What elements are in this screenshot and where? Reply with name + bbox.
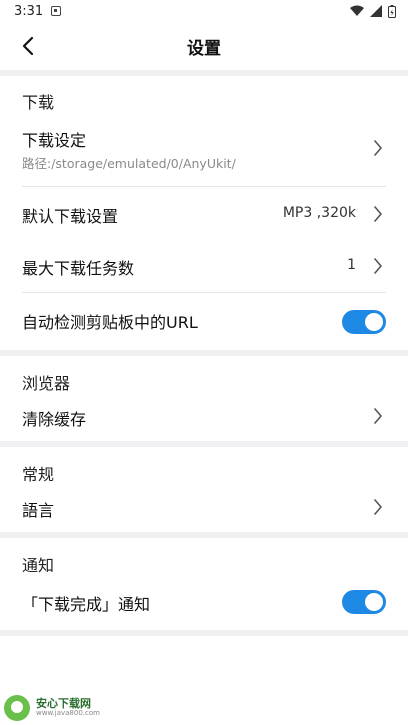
wifi-icon xyxy=(350,5,364,16)
max-tasks-value: 1 xyxy=(347,257,356,273)
max-tasks-row[interactable]: 最大下载任务数 1 xyxy=(0,240,408,292)
download-complete-label: 「下载完成」通知 xyxy=(22,595,151,614)
auto-detect-toggle[interactable] xyxy=(342,310,386,334)
toggle-knob xyxy=(365,313,383,331)
download-complete-row: 「下载完成」通知 xyxy=(0,580,408,624)
status-time: 3:31 xyxy=(14,3,44,19)
chevron-right-icon xyxy=(372,258,384,274)
section-divider xyxy=(0,441,408,447)
section-divider xyxy=(0,70,408,76)
toggle-knob xyxy=(365,593,383,611)
default-download-value: MP3 ,320k xyxy=(282,205,356,221)
row-divider xyxy=(22,186,386,187)
auto-detect-label: 自动检测剪贴板中的URL xyxy=(22,313,198,332)
section-title-general: 常规 xyxy=(22,465,55,484)
back-arrow-icon xyxy=(22,36,34,56)
status-bar: 3:31 xyxy=(0,0,408,22)
app-header: 设置 xyxy=(0,22,408,70)
section-title-download: 下载 xyxy=(22,93,55,112)
auto-detect-row: 自动检测剪贴板中的URL xyxy=(0,294,408,348)
battery-icon xyxy=(388,4,396,18)
section-divider xyxy=(0,532,408,538)
chevron-right-icon xyxy=(372,499,384,515)
language-label: 語言 xyxy=(22,501,55,520)
chevron-right-icon xyxy=(372,408,384,424)
language-row[interactable]: 語言 xyxy=(0,487,408,527)
watermark-logo-icon xyxy=(4,695,30,721)
chevron-right-icon xyxy=(372,206,384,222)
signal-icon xyxy=(370,5,382,17)
notification-icon xyxy=(51,6,62,16)
section-title-notification: 通知 xyxy=(22,556,55,575)
max-tasks-label: 最大下载任务数 xyxy=(22,259,135,278)
chevron-right-icon xyxy=(372,140,384,156)
section-divider xyxy=(0,350,408,356)
back-button[interactable] xyxy=(16,34,40,58)
watermark-url: www.java800.com xyxy=(36,709,100,718)
default-download-row[interactable]: 默认下载设置 MP3 ,320k xyxy=(0,188,408,240)
default-download-label: 默认下载设置 xyxy=(22,207,119,226)
clear-cache-label: 清除缓存 xyxy=(22,410,87,429)
status-icons xyxy=(350,4,396,18)
download-settings-label: 下载设定 xyxy=(22,131,87,150)
download-complete-toggle[interactable] xyxy=(342,590,386,614)
page-title: 设置 xyxy=(187,38,221,59)
section-divider xyxy=(0,630,408,636)
watermark: 安心下载网 www.java800.com xyxy=(4,695,114,721)
clear-cache-row[interactable]: 清除缓存 xyxy=(0,396,408,436)
row-divider xyxy=(22,292,386,293)
download-settings-row[interactable]: 下载设定 路径:/storage/emulated/0/AnyUkit/ xyxy=(0,118,408,184)
section-title-browser: 浏览器 xyxy=(22,374,71,393)
download-path: 路径:/storage/emulated/0/AnyUkit/ xyxy=(22,156,236,171)
